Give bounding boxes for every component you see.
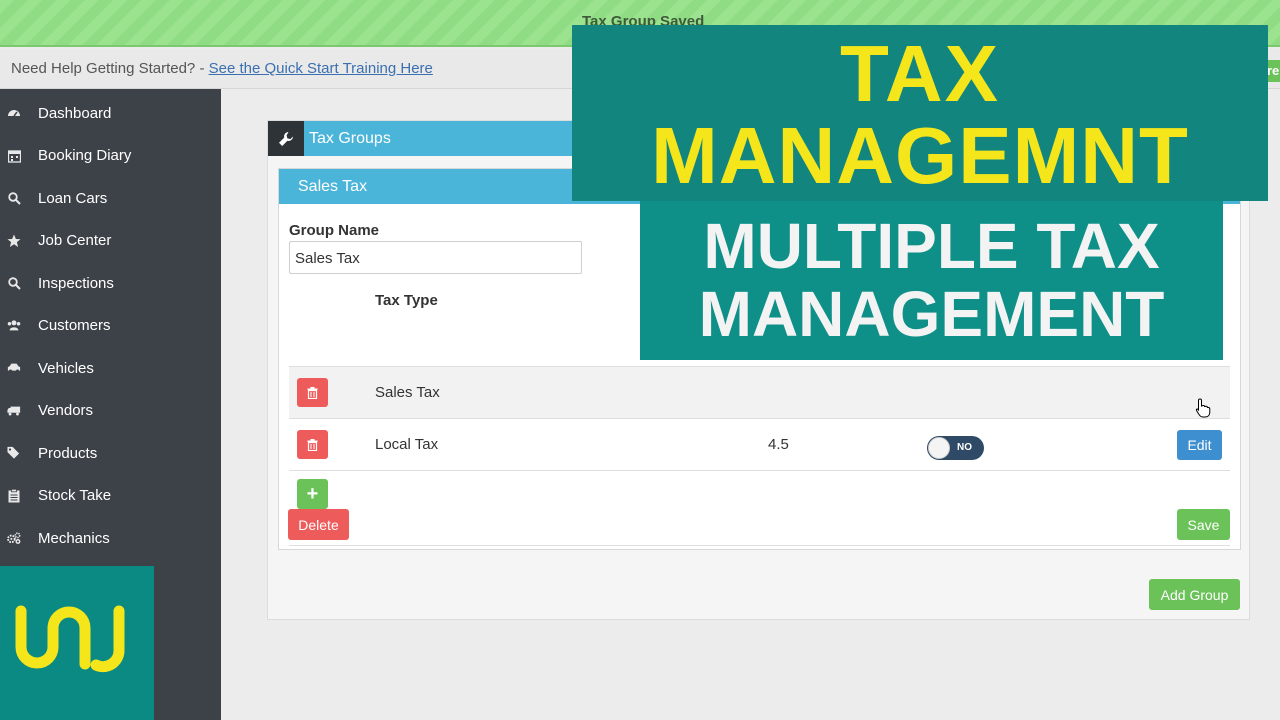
search-icon	[7, 191, 21, 205]
sidebar-item-label: Vendors	[38, 402, 94, 420]
quick-start-link[interactable]: See the Quick Start Training Here	[209, 60, 433, 77]
help-prefix: Need Help Getting Started? -	[11, 60, 209, 77]
group-name-label: Group Name	[289, 222, 380, 239]
sidebar-item-products[interactable]: Products	[0, 432, 221, 475]
panel-title: Tax Groups	[309, 130, 391, 147]
brand-logo	[0, 566, 154, 720]
overlay-title-line-1: TAX	[839, 29, 1001, 118]
tax-type-name: Sales Tax	[375, 384, 440, 401]
sidebar-item-dashboard[interactable]: Dashboard	[0, 92, 221, 135]
card-title: Sales Tax	[298, 178, 368, 195]
table-divider	[289, 470, 1230, 471]
sidebar-item-booking-diary[interactable]: Booking Diary	[0, 135, 221, 178]
wrench-icon	[268, 121, 304, 156]
edit-button[interactable]: Edit	[1177, 430, 1222, 460]
sidebar-item-label: Mechanics	[38, 529, 110, 547]
add-group-button[interactable]: Add Group	[1149, 579, 1240, 610]
sidebar-item-label: Customers	[38, 317, 111, 335]
table-row: Sales Tax	[289, 367, 1230, 418]
sidebar-item-mechanics[interactable]: Mechanics	[0, 517, 221, 560]
sidebar-item-inspections[interactable]: Inspections	[0, 262, 221, 305]
sidebar-item-label: Job Center	[38, 232, 112, 250]
logo-mark-icon	[15, 605, 125, 673]
tax-toggle[interactable]: NO	[927, 436, 984, 460]
overlay-subtitle-banner: MULTIPLE TAX MANAGEMENT	[640, 201, 1223, 360]
sidebar-item-label: Stock Take	[38, 487, 112, 505]
dashboard-icon	[7, 106, 21, 120]
delete-row-button[interactable]	[297, 378, 328, 407]
add-tax-type-button[interactable]: +	[297, 479, 328, 509]
overlay-title-banner: TAX MANAGEMNT	[572, 25, 1268, 201]
sidebar-item-loan-cars[interactable]: Loan Cars	[0, 177, 221, 220]
sidebar-item-label: Booking Diary	[38, 147, 132, 165]
card-footer-divider	[289, 545, 1230, 546]
sidebar-item-vehicles[interactable]: Vehicles	[0, 347, 221, 390]
tax-type-name: Local Tax	[375, 436, 439, 453]
users-icon	[7, 319, 21, 333]
sidebar-item-stock-take[interactable]: Stock Take	[0, 475, 221, 518]
save-button[interactable]: Save	[1177, 509, 1230, 540]
delete-row-button[interactable]	[297, 430, 328, 459]
trash-icon	[307, 386, 318, 399]
toggle-state-label: NO	[957, 442, 972, 453]
gears-icon	[7, 531, 21, 545]
clipboard-icon	[7, 488, 21, 503]
overlay-subtitle-line-1: MULTIPLE TAX	[703, 210, 1160, 282]
overlay-title-line-2: MANAGEMNT	[651, 111, 1189, 200]
sidebar-item-label: Products	[38, 444, 98, 462]
overlay-subtitle-line-2: MANAGEMENT	[698, 278, 1165, 350]
sidebar-item-label: Loan Cars	[38, 189, 108, 207]
help-right-button[interactable]: re	[1266, 60, 1280, 82]
table-row: Local Tax 4.5 NO Edit	[289, 419, 1230, 470]
sidebar-item-label: Inspections	[38, 274, 114, 292]
tags-icon	[7, 446, 21, 460]
sidebar-item-label: Dashboard	[38, 104, 112, 122]
group-name-input[interactable]: Sales Tax	[289, 241, 582, 274]
toggle-knob	[928, 437, 950, 459]
calendar-icon	[7, 149, 21, 163]
hand-cursor-icon	[1195, 398, 1211, 418]
trash-icon	[307, 438, 318, 451]
sidebar-item-label: Vehicles	[38, 359, 94, 377]
sidebar-item-job-center[interactable]: Job Center	[0, 220, 221, 263]
search-icon	[7, 276, 21, 290]
tax-rate-value: 4.5	[768, 436, 789, 453]
sidebar-item-vendors[interactable]: Vendors	[0, 390, 221, 433]
truck-icon	[7, 404, 21, 418]
car-icon	[7, 361, 21, 375]
column-header-tax-type: Tax Type	[375, 292, 438, 309]
sidebar-item-customers[interactable]: Customers	[0, 305, 221, 348]
delete-group-button[interactable]: Delete	[288, 509, 349, 540]
star-icon	[7, 234, 21, 248]
